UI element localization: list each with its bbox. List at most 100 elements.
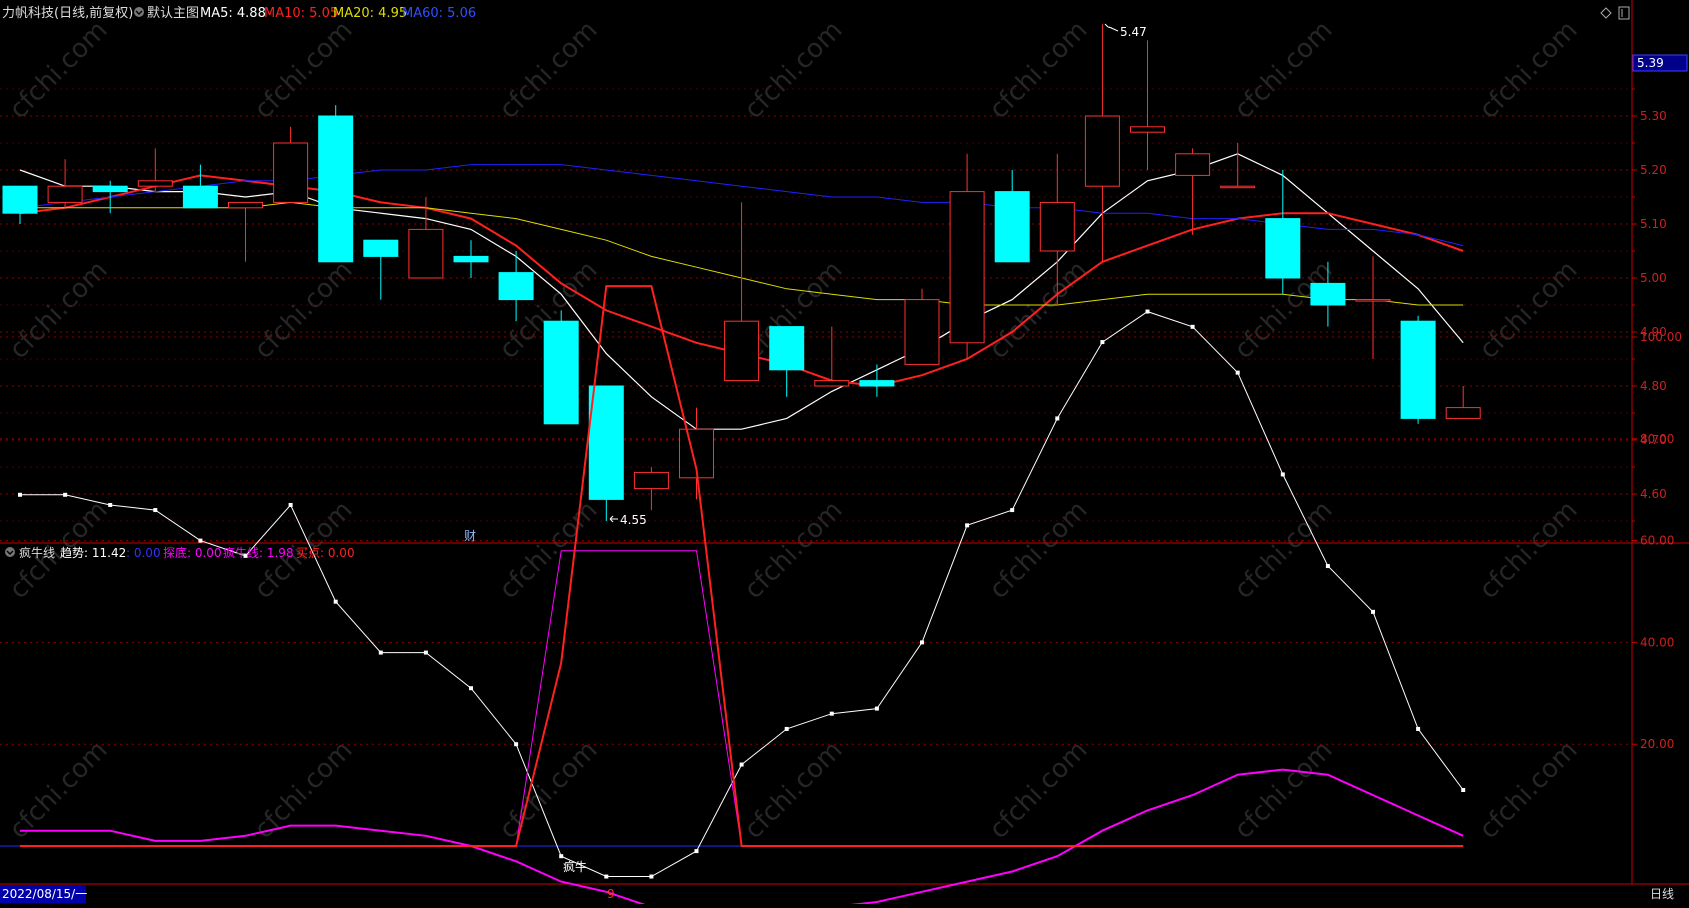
- candle-body-up: [1130, 126, 1165, 133]
- candle-body-down: [182, 185, 218, 209]
- trend-point: [694, 849, 699, 854]
- candle-body-down: [769, 326, 805, 371]
- period-label[interactable]: 日线: [1650, 887, 1674, 901]
- trend-point: [649, 874, 654, 879]
- trend-label: 趋势: 11.42: [60, 546, 126, 560]
- candle-body-up: [1084, 115, 1120, 187]
- trend-point: [1100, 340, 1105, 345]
- high-price-label: 5.47: [1120, 25, 1147, 39]
- price-tag-value: 5.39: [1637, 56, 1664, 70]
- trend-point: [829, 711, 834, 716]
- stock-title[interactable]: 力帆科技(日线,前复权): [2, 5, 133, 21]
- buy-point-label: 买点: 0.00: [296, 546, 355, 560]
- candle-body-up: [1220, 185, 1256, 189]
- trend-point: [63, 492, 68, 497]
- candle-body-down: [92, 185, 128, 193]
- trend-point: [378, 650, 383, 655]
- trend-point: [874, 706, 879, 711]
- candle-body-up: [1445, 407, 1481, 419]
- chart-canvas[interactable]: cfchi.com cfchi.com cfchi.com cfchi.com cfch…: [0, 0, 1689, 908]
- trend-point: [108, 502, 113, 507]
- trend-point: [1416, 726, 1421, 731]
- bull-signal-label: 疯牛: [563, 859, 587, 874]
- finance-marker[interactable]: 财: [464, 529, 476, 543]
- trend-point: [333, 599, 338, 604]
- candle-body-down: [994, 191, 1030, 263]
- trend-point: [965, 523, 970, 528]
- candle-body-up: [228, 201, 263, 209]
- bottom-label: 探底: 0.00: [163, 545, 222, 560]
- candle: [904, 288, 940, 365]
- trend-point: [920, 640, 924, 645]
- candle-body-down: [1265, 218, 1301, 279]
- trend-point: [559, 854, 564, 859]
- indicator-tick-label: 20.00: [1640, 737, 1674, 751]
- candle-body-down: [453, 255, 489, 263]
- candle-body-down: [859, 380, 895, 387]
- trend-point: [784, 726, 789, 731]
- candle: [318, 105, 354, 263]
- trend-point: [18, 492, 22, 497]
- chart-background: [0, 0, 1689, 904]
- candle-body-down: [543, 320, 579, 425]
- trend-point: [1371, 609, 1375, 614]
- ma5-label: MA5: 4.88: [200, 6, 266, 21]
- candle-body-up: [724, 320, 760, 382]
- low-price-label: 4.55: [620, 513, 647, 527]
- price-tick-label: 4.60: [1640, 487, 1667, 501]
- footer-marker: 9: [607, 887, 615, 901]
- indicator-tick-label: 40.00: [1640, 635, 1674, 649]
- candle-body-up: [408, 228, 444, 279]
- candle-body-down: [498, 272, 534, 301]
- trend-point: [1190, 324, 1195, 329]
- bull-line-label: 疯牛线: 1.98: [223, 545, 294, 560]
- price-tick-label: 5.10: [1640, 217, 1667, 231]
- candle-body-up: [814, 380, 850, 387]
- candle-body-down: [2, 185, 38, 214]
- indicator-dropdown-icon[interactable]: [5, 547, 15, 557]
- trend-point: [198, 538, 203, 543]
- ma10-label: MA10: 5.05: [264, 6, 338, 21]
- trend-point: [1055, 416, 1060, 421]
- current-date: 2022/08/15/一: [2, 887, 87, 901]
- template-label[interactable]: 默认主图: [147, 5, 199, 21]
- indicator-name[interactable]: 疯牛线: [19, 545, 55, 560]
- trend-point: [469, 686, 473, 691]
- candle-body-up: [1355, 299, 1391, 302]
- stock-chart-window[interactable]: cfchi.com cfchi.com cfchi.com cfchi.com cfch…: [0, 0, 1689, 908]
- trend-point: [1145, 309, 1150, 314]
- trend-point: [1461, 788, 1466, 793]
- candle-body-up: [633, 471, 669, 490]
- candle-body-up: [273, 142, 309, 203]
- candle-body-down: [363, 239, 399, 257]
- price-tick-label: 4.80: [1640, 379, 1667, 393]
- price-tick-label: 5.30: [1640, 109, 1667, 123]
- indicator-tick-label: 80.00: [1640, 432, 1674, 446]
- trend-point: [288, 502, 293, 507]
- candle-body-up: [1039, 201, 1075, 252]
- indicator-tick-label: 100.00: [1640, 330, 1682, 344]
- template-dropdown-icon[interactable]: [134, 7, 144, 17]
- trend-point: [423, 650, 428, 655]
- candle: [543, 310, 579, 425]
- main-header: 力帆科技(日线,前复权) 默认主图 MA5: 4.88 MA10: 5.05 M…: [2, 5, 476, 21]
- candle-body-down: [318, 115, 354, 263]
- candle-body-up: [137, 180, 173, 187]
- trend-point: [604, 874, 609, 879]
- indicator-tick-label: 60.00: [1640, 534, 1674, 548]
- price-tick-label: 5.20: [1640, 163, 1667, 177]
- candle: [1400, 315, 1436, 424]
- trend-point: [1235, 370, 1240, 375]
- candle-body-up: [949, 191, 985, 344]
- trend-point: [739, 762, 744, 767]
- ma20-label: MA20: 4.95: [333, 6, 407, 21]
- blue-line-label: : 0.00: [126, 546, 161, 560]
- candle-body-down: [588, 385, 624, 500]
- trend-point: [1010, 508, 1015, 513]
- price-tick-label: 5.00: [1640, 271, 1667, 285]
- candle-body-up: [904, 299, 940, 365]
- trend-point: [153, 508, 158, 513]
- trend-point: [514, 742, 519, 747]
- ma60-label: MA60: 5.06: [402, 6, 476, 21]
- candle-body-down: [1400, 320, 1436, 419]
